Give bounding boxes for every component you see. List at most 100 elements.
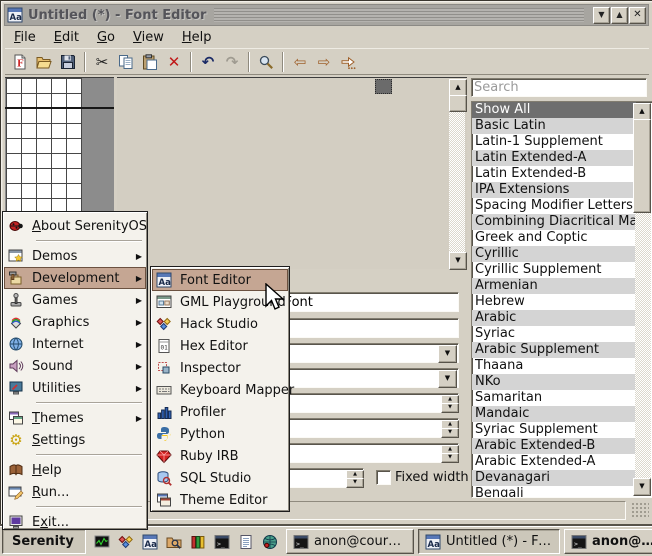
block-row-arabic-extended-a[interactable]: Arabic Extended-A — [472, 454, 636, 470]
block-list-scroll-down-icon[interactable]: ▼ — [633, 478, 651, 496]
block-row-cyrillic-supplement[interactable]: Cyrillic Supplement — [472, 262, 636, 278]
block-row-samaritan[interactable]: Samaritan — [472, 390, 636, 406]
start-menu-item-graphics[interactable]: Graphics▶ — [4, 311, 146, 333]
weight-dropdown-icon[interactable]: ▼ — [438, 345, 457, 363]
dev-menu-item-python[interactable]: Python — [152, 423, 288, 445]
ruby-irb-icon — [156, 448, 172, 464]
minimize-button[interactable]: ▼ — [593, 7, 610, 24]
spin-down-icon[interactable]: ▼ — [441, 403, 459, 413]
copy-button[interactable] — [114, 50, 138, 74]
paste-button[interactable] — [138, 50, 162, 74]
block-row-syriac[interactable]: Syriac — [472, 326, 636, 342]
block-row-latin-extended-a[interactable]: Latin Extended-A — [472, 150, 636, 166]
open-button[interactable] — [32, 50, 56, 74]
start-menu-item-demos[interactable]: Demos▶ — [4, 245, 146, 267]
dev-menu-item-profiler[interactable]: Profiler — [152, 401, 288, 423]
menu-item-label: Inspector — [180, 361, 284, 376]
new-font-button[interactable]: F — [8, 50, 32, 74]
resize-grip[interactable] — [631, 502, 649, 518]
dev-menu-item-font-editor[interactable]: AaFont Editor — [152, 269, 288, 291]
menubar-view[interactable]: View — [124, 29, 173, 46]
start-menu-item-games[interactable]: Games▶ — [4, 289, 146, 311]
find-button[interactable] — [254, 50, 278, 74]
task-button-2[interactable]: >_anon@cour — [564, 529, 652, 554]
goto-glyph-button[interactable] — [336, 50, 360, 74]
title-bar[interactable]: Aa Untitled (*) - Font Editor ▼ ▲ ✕ — [4, 4, 649, 26]
start-menu-item-sound[interactable]: Sound▶ — [4, 355, 146, 377]
dev-menu-item-inspector[interactable]: Inspector — [152, 357, 288, 379]
block-row-latin-1-supplement[interactable]: Latin-1 Supplement — [472, 134, 636, 150]
glyph-map-scroll-down-icon[interactable]: ▼ — [449, 252, 467, 270]
search-field[interactable] — [471, 78, 647, 97]
block-row-syriac-supplement[interactable]: Syriac Supplement — [472, 422, 636, 438]
block-row-spacing-modifier-letters[interactable]: Spacing Modifier Letters — [472, 198, 636, 214]
unicode-block-list[interactable]: Show AllBasic LatinLatin-1 SupplementLat… — [471, 101, 652, 498]
quick-launch-text-editor[interactable] — [234, 529, 258, 554]
block-row-arabic-extended-b[interactable]: Arabic Extended-B — [472, 438, 636, 454]
maximize-button[interactable]: ▲ — [611, 7, 628, 24]
redo-button[interactable]: ↷ — [220, 50, 244, 74]
block-row-hebrew[interactable]: Hebrew — [472, 294, 636, 310]
close-button[interactable]: ✕ — [629, 7, 646, 24]
block-row-mandaic[interactable]: Mandaic — [472, 406, 636, 422]
block-row-combining-diacritical-marks[interactable]: Combining Diacritical Marks — [472, 214, 636, 230]
glyph-map-scrollbar-thumb[interactable] — [449, 95, 467, 112]
start-menu-item-utilities[interactable]: Utilities▶ — [4, 377, 146, 399]
start-menu-item-run[interactable]: Run... — [4, 481, 146, 503]
block-row-nko[interactable]: NKo — [472, 374, 636, 390]
dev-menu-item-ruby-irb[interactable]: Ruby IRB — [152, 445, 288, 467]
block-row-devanagari[interactable]: Devanagari — [472, 470, 636, 486]
baseline-marker[interactable] — [5, 107, 114, 109]
block-row-basic-latin[interactable]: Basic Latin — [472, 118, 636, 134]
task-button-0[interactable]: >_anon@courage:~/m... — [286, 529, 414, 554]
start-menu-item-settings[interactable]: ⚙Settings — [4, 429, 146, 451]
quick-launch-web-browser[interactable] — [258, 529, 282, 554]
start-menu-item-about-serenityos[interactable]: About SerenityOS — [4, 215, 146, 237]
menubar-edit[interactable]: Edit — [45, 29, 88, 46]
spin-down-icon[interactable]: ▼ — [346, 478, 364, 488]
search-input[interactable] — [474, 81, 642, 94]
quick-launch-find-files[interactable] — [162, 529, 186, 554]
back-button[interactable]: ⇦ — [288, 50, 312, 74]
block-row-bengali[interactable]: Bengali — [472, 486, 636, 498]
task-button-1[interactable]: AaUntitled (*) - Font... — [418, 529, 560, 554]
block-row-cyrillic[interactable]: Cyrillic — [472, 246, 636, 262]
start-menu-item-themes[interactable]: Themes▶ — [4, 407, 146, 429]
menubar-help[interactable]: Help — [173, 29, 221, 46]
save-button[interactable] — [56, 50, 80, 74]
internet-icon — [8, 336, 24, 352]
dev-menu-item-keyboard-mapper[interactable]: Keyboard Mapper — [152, 379, 288, 401]
quick-launch-documentation[interactable] — [186, 529, 210, 554]
cut-button[interactable]: ✂ — [90, 50, 114, 74]
block-row-ipa-extensions[interactable]: IPA Extensions — [472, 182, 636, 198]
block-row-armenian[interactable]: Armenian — [472, 278, 636, 294]
fixed-width-checkbox[interactable] — [376, 470, 391, 485]
menubar-go[interactable]: Go — [88, 29, 124, 46]
start-menu-item-help[interactable]: Help — [4, 459, 146, 481]
quick-launch-terminal[interactable]: >_ — [210, 529, 234, 554]
dev-menu-item-theme-editor[interactable]: Theme Editor — [152, 489, 288, 511]
spin-down-icon[interactable]: ▼ — [441, 453, 459, 463]
block-row-latin-extended-b[interactable]: Latin Extended-B — [472, 166, 636, 182]
undo-button[interactable]: ↶ — [196, 50, 220, 74]
slope-dropdown-icon[interactable]: ▼ — [438, 370, 457, 388]
dev-menu-item-hex-editor[interactable]: 01Hex Editor — [152, 335, 288, 357]
start-menu-item-internet[interactable]: Internet▶ — [4, 333, 146, 355]
delete-button[interactable]: ✕ — [162, 50, 186, 74]
block-row-arabic[interactable]: Arabic — [472, 310, 636, 326]
block-row-thaana[interactable]: Thaana — [472, 358, 636, 374]
block-row-greek-and-coptic[interactable]: Greek and Coptic — [472, 230, 636, 246]
block-row-arabic-supplement[interactable]: Arabic Supplement — [472, 342, 636, 358]
dev-menu-item-gml-playground[interactable]: GML Playground — [152, 291, 288, 313]
block-row-show-all[interactable]: Show All — [472, 102, 636, 118]
selected-glyph-cell[interactable] — [375, 79, 392, 94]
menubar-file[interactable]: File — [5, 29, 45, 46]
spin-down-icon[interactable]: ▼ — [441, 428, 459, 438]
glyph-map-panel[interactable]: ▲ ▼ — [117, 77, 467, 269]
dev-menu-item-hack-studio[interactable]: Hack Studio — [152, 313, 288, 335]
forward-button[interactable]: ⇨ — [312, 50, 336, 74]
start-menu-item-development[interactable]: Development▶ — [4, 267, 146, 289]
start-menu-item-exit[interactable]: Exit... — [4, 511, 146, 533]
dev-menu-item-sql-studio[interactable]: SQL Studio — [152, 467, 288, 489]
block-list-scrollbar-thumb[interactable] — [633, 119, 651, 213]
